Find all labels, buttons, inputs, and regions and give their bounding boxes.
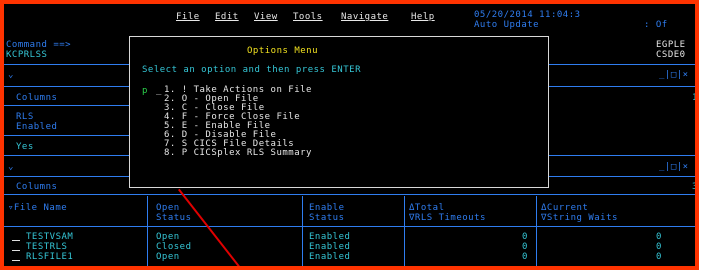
- header-enable-status[interactable]: Status: [309, 213, 345, 223]
- dialog-prompt: Select an option and then press ENTER: [142, 65, 361, 75]
- header-file-name[interactable]: ▿File Name: [8, 203, 67, 213]
- terminal-screen: File Edit View Tools Navigate Help 05/20…: [0, 0, 699, 270]
- rls-timeouts-cell: 0: [522, 252, 528, 262]
- window-controls[interactable]: _|□|×: [659, 162, 689, 172]
- menu-file[interactable]: File: [176, 12, 200, 22]
- dialog-title: Options Menu: [247, 46, 319, 56]
- rls-timeouts-cell: 0: [522, 232, 528, 242]
- column-divider: [147, 196, 148, 266]
- string-waits-cell: 0: [656, 252, 662, 262]
- header-string-waits[interactable]: ∇String Waits: [541, 213, 618, 223]
- menu-navigate[interactable]: Navigate: [341, 12, 388, 22]
- options-menu-dialog: Options Menu Select an option and then p…: [129, 36, 549, 188]
- columns-label[interactable]: Columns: [16, 182, 57, 192]
- panel-divider: [4, 135, 129, 136]
- file-name-cell: TESTVSAM: [26, 232, 74, 242]
- right-panel-text: CSDE0: [656, 50, 686, 60]
- system-name: KCPRLSS: [6, 50, 48, 60]
- annotation-arrow: [178, 188, 248, 266]
- string-waits-cell: 0: [656, 232, 662, 242]
- panel-divider: [4, 86, 129, 87]
- window-controls[interactable]: _|□|×: [659, 70, 689, 80]
- header-rls-timeouts[interactable]: ∇RLS Timeouts: [409, 213, 486, 223]
- command-label: Command ==>: [6, 40, 72, 50]
- enabled-label: Enabled: [16, 122, 58, 132]
- chevron-down-icon[interactable]: ⌄: [8, 70, 14, 80]
- menu-option[interactable]: 8. P CICSplex RLS Summary: [164, 148, 312, 158]
- open-status-cell: Open: [156, 232, 180, 242]
- menu-help[interactable]: Help: [411, 12, 435, 22]
- panel-divider: [4, 194, 695, 195]
- date-time: 05/20/2014 11:04:3: [474, 10, 581, 20]
- header-enable-status[interactable]: Enable: [309, 203, 345, 213]
- rls-timeouts-cell: 0: [522, 242, 528, 252]
- file-name-cell: TESTRLS: [26, 242, 68, 252]
- panel-divider: [4, 155, 129, 156]
- menu-edit[interactable]: Edit: [215, 12, 239, 22]
- right-panel-text: EGPLE: [656, 40, 686, 50]
- enable-status-cell: Enabled: [309, 252, 351, 262]
- row-select-field[interactable]: [12, 240, 20, 241]
- panel-divider: [549, 86, 695, 87]
- selection-value: p: [142, 86, 148, 96]
- panel-divider: [4, 105, 129, 106]
- row-select-field[interactable]: [12, 250, 20, 251]
- open-status-cell: Closed: [156, 242, 192, 252]
- panel-divider: [549, 64, 695, 65]
- count-value: 1: [692, 93, 698, 103]
- header-open-status[interactable]: Open: [156, 203, 180, 213]
- selection-input[interactable]: _: [156, 86, 162, 96]
- auto-update-label: Auto Update: [474, 20, 540, 30]
- table-header-divider: [4, 226, 695, 227]
- columns-label[interactable]: Columns: [16, 93, 57, 103]
- panel-divider: [549, 155, 695, 156]
- count-value: 3: [692, 182, 698, 192]
- enable-status-cell: Enabled: [309, 242, 351, 252]
- menu-view[interactable]: View: [254, 12, 278, 22]
- enable-status-cell: Enabled: [309, 232, 351, 242]
- column-divider: [404, 196, 405, 266]
- string-waits-cell: 0: [656, 242, 662, 252]
- row-select-field[interactable]: [12, 260, 20, 261]
- yes-value: Yes: [16, 142, 34, 152]
- header-rls-timeouts[interactable]: ΔTotal: [409, 203, 445, 213]
- panel-divider: [4, 64, 129, 65]
- menu-tools[interactable]: Tools: [293, 12, 323, 22]
- chevron-down-icon[interactable]: ⌄: [8, 162, 14, 172]
- header-string-waits[interactable]: ΔCurrent: [541, 203, 588, 213]
- auto-update-value[interactable]: : Of: [644, 20, 668, 30]
- column-divider: [536, 196, 537, 266]
- rls-label: RLS: [16, 112, 34, 122]
- header-open-status[interactable]: Status: [156, 213, 192, 223]
- column-divider: [302, 196, 303, 266]
- open-status-cell: Open: [156, 252, 180, 262]
- file-name-cell: RLSFILE1: [26, 252, 74, 262]
